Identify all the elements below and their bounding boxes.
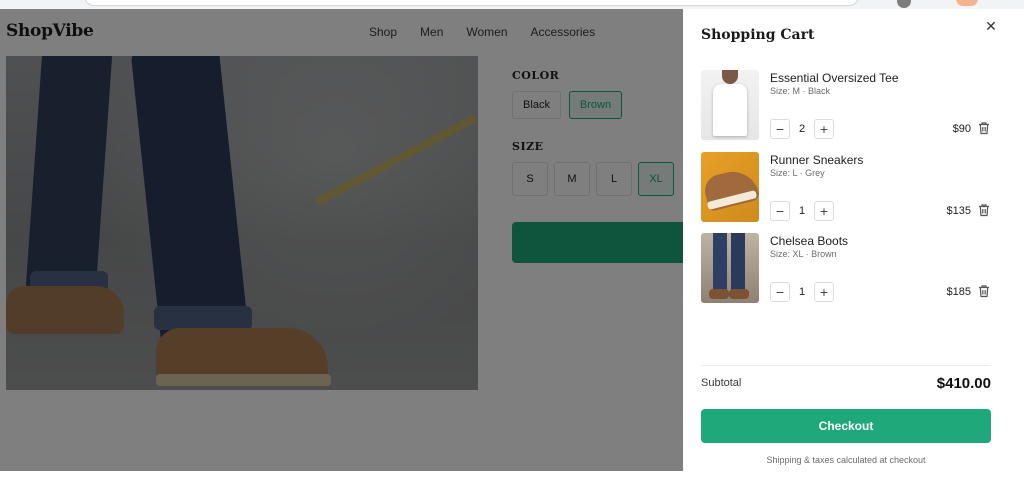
modal-overlay[interactable] — [0, 9, 683, 471]
item-thumbnail — [701, 152, 759, 222]
browser-chrome — [0, 0, 1024, 9]
checkout-button[interactable]: Checkout — [701, 409, 991, 443]
item-name: Essential Oversized Tee — [770, 71, 899, 85]
shipping-note: Shipping & taxes calculated at checkout — [766, 455, 926, 465]
quantity-stepper: − 1 + — [770, 282, 834, 302]
decrement-button[interactable]: − — [770, 119, 790, 139]
trash-icon[interactable] — [977, 121, 991, 135]
increment-button[interactable]: + — [814, 201, 834, 221]
divider — [701, 365, 991, 366]
item-thumbnail — [701, 233, 759, 303]
cart-item: Chelsea Boots Size: XL · Brown − 1 + $18… — [701, 233, 991, 305]
quantity-stepper: − 2 + — [770, 119, 834, 139]
subtotal-label: Subtotal — [701, 377, 742, 389]
cart-item: Runner Sneakers Size: L · Grey − 1 + $13… — [701, 152, 991, 224]
close-icon[interactable]: ✕ — [983, 19, 999, 35]
decrement-button[interactable]: − — [770, 201, 790, 221]
trash-icon[interactable] — [977, 203, 991, 217]
item-name: Runner Sneakers — [770, 153, 864, 167]
increment-button[interactable]: + — [814, 119, 834, 139]
decrement-button[interactable]: − — [770, 282, 790, 302]
trash-icon[interactable] — [977, 284, 991, 298]
cart-title: Shopping Cart — [701, 27, 815, 43]
quantity-value: 2 — [798, 123, 806, 135]
extension-icon[interactable] — [956, 0, 978, 6]
cart-drawer: Shopping Cart ✕ Essential Oversized Tee … — [683, 9, 1024, 471]
address-bar[interactable] — [84, 0, 859, 6]
quantity-stepper: − 1 + — [770, 201, 834, 221]
item-meta: Size: XL · Brown — [770, 249, 837, 259]
profile-icon[interactable] — [897, 0, 911, 8]
item-price: $135 — [946, 205, 971, 217]
item-meta: Size: L · Grey — [770, 168, 825, 178]
item-price: $90 — [952, 123, 971, 135]
cart-item: Essential Oversized Tee Size: M · Black … — [701, 70, 991, 142]
increment-button[interactable]: + — [814, 282, 834, 302]
item-price: $185 — [946, 286, 971, 298]
item-meta: Size: M · Black — [770, 86, 831, 96]
quantity-value: 1 — [798, 286, 806, 298]
subtotal-value: $410.00 — [936, 375, 991, 392]
item-thumbnail — [701, 70, 759, 140]
item-name: Chelsea Boots — [770, 234, 849, 248]
quantity-value: 1 — [798, 205, 806, 217]
